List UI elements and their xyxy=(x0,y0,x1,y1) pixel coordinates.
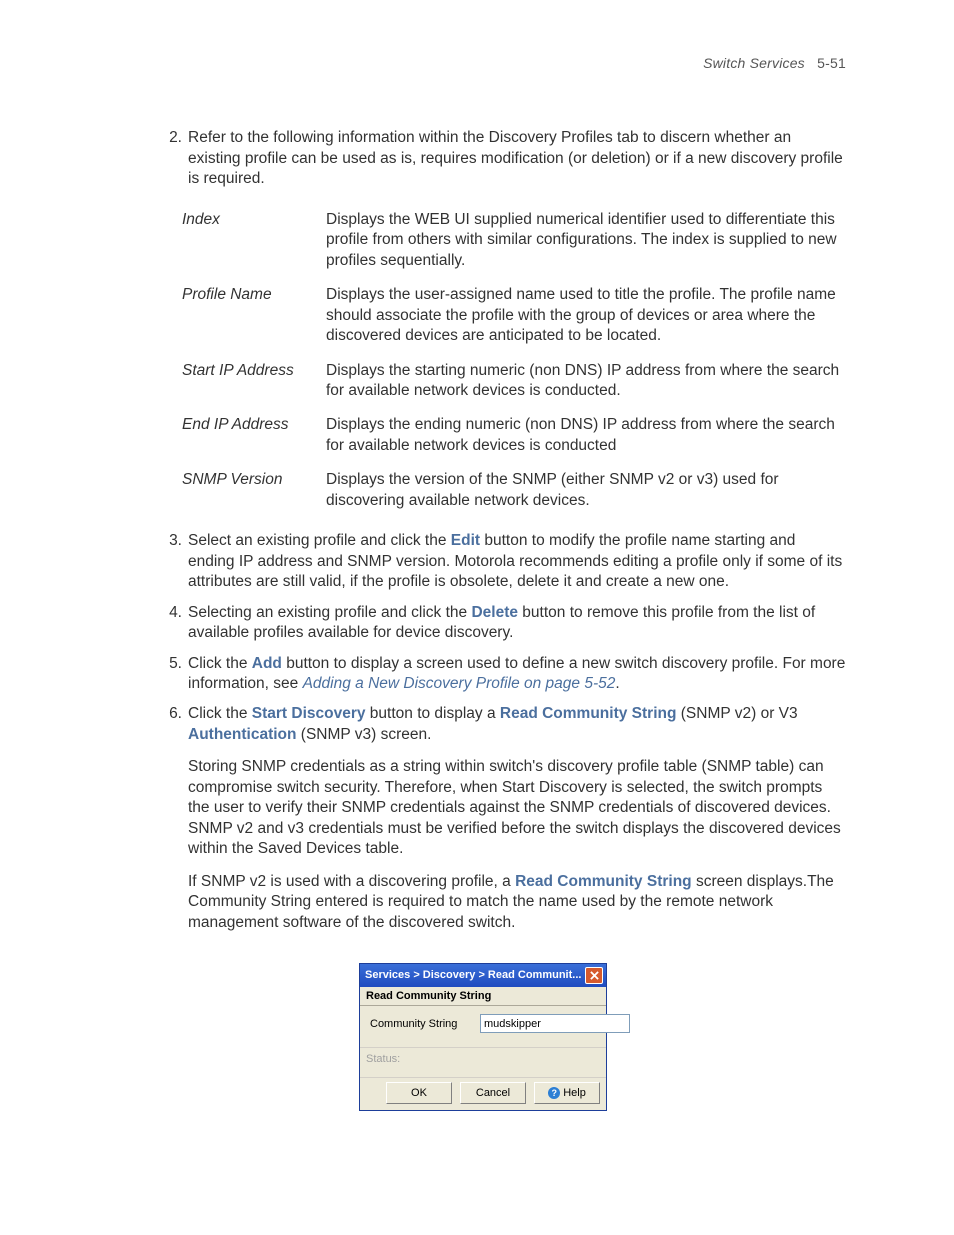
text: button to display a xyxy=(365,705,499,722)
dialog-titlebar[interactable]: Services > Discovery > Read Communit... xyxy=(360,964,606,987)
paragraph: If SNMP v2 is used with a discovering pr… xyxy=(188,872,846,933)
def-row: Start IP Address Displays the starting n… xyxy=(182,361,846,402)
cancel-button[interactable]: Cancel xyxy=(460,1082,526,1104)
def-term: End IP Address xyxy=(182,415,326,456)
step-number: 2. xyxy=(120,128,188,189)
xref-link[interactable]: Adding a New Discovery Profile on page 5… xyxy=(303,675,616,692)
step-body: Selecting an existing profile and click … xyxy=(188,603,846,644)
close-icon[interactable] xyxy=(585,967,603,984)
community-string-label: Community String xyxy=(370,1017,470,1032)
def-term: SNMP Version xyxy=(182,470,326,511)
header-page-num: 5-51 xyxy=(817,55,846,71)
def-term: Profile Name xyxy=(182,285,326,346)
text: Selecting an existing profile and click … xyxy=(188,604,471,621)
read-community-label: Read Community String xyxy=(500,705,677,722)
text: (SNMP v3) screen. xyxy=(297,726,432,743)
add-label: Add xyxy=(252,655,282,672)
def-desc: Displays the starting numeric (non DNS) … xyxy=(326,361,846,402)
text: Click the xyxy=(188,655,252,672)
step-6: 6. Click the Start Discovery button to d… xyxy=(120,704,846,945)
step-number: 5. xyxy=(120,654,188,695)
step-number: 4. xyxy=(120,603,188,644)
read-community-label: Read Community String xyxy=(515,873,692,890)
text: If SNMP v2 is used with a discovering pr… xyxy=(188,873,515,890)
edit-label: Edit xyxy=(451,532,480,549)
dialog-field-row: Community String xyxy=(360,1006,606,1047)
text: (SNMP v2) or V3 xyxy=(676,705,797,722)
delete-label: Delete xyxy=(471,604,518,621)
def-row: Index Displays the WEB UI supplied numer… xyxy=(182,210,846,271)
step-body: Refer to the following information withi… xyxy=(188,128,846,189)
community-string-input[interactable] xyxy=(480,1014,630,1033)
text: Select an existing profile and click the xyxy=(188,532,451,549)
document-page: Switch Services 5-51 2. Refer to the fol… xyxy=(0,0,954,1171)
dialog-title: Services > Discovery > Read Communit... xyxy=(365,968,581,983)
def-row: Profile Name Displays the user-assigned … xyxy=(182,285,846,346)
header-title: Switch Services xyxy=(703,55,805,71)
definition-table: Index Displays the WEB UI supplied numer… xyxy=(182,210,846,511)
text: Click the xyxy=(188,705,252,722)
step-2: 2. Refer to the following information wi… xyxy=(120,128,846,189)
def-desc: Displays the user-assigned name used to … xyxy=(326,285,846,346)
def-row: SNMP Version Displays the version of the… xyxy=(182,470,846,511)
dialog-status: Status: xyxy=(360,1047,606,1077)
step-body: Click the Add button to display a screen… xyxy=(188,654,846,695)
button-label: OK xyxy=(411,1086,427,1101)
page-header: Switch Services 5-51 xyxy=(120,54,846,72)
button-label: Cancel xyxy=(476,1086,510,1101)
help-button[interactable]: ? Help xyxy=(534,1082,600,1104)
step-number: 6. xyxy=(120,704,188,945)
step-3: 3. Select an existing profile and click … xyxy=(120,531,846,592)
step-body: Select an existing profile and click the… xyxy=(188,531,846,592)
paragraph: Storing SNMP credentials as a string wit… xyxy=(188,757,846,859)
def-desc: Displays the ending numeric (non DNS) IP… xyxy=(326,415,846,456)
step-body: Click the Start Discovery button to disp… xyxy=(188,704,846,945)
def-row: End IP Address Displays the ending numer… xyxy=(182,415,846,456)
dialog-button-bar: OK Cancel ? Help xyxy=(360,1077,606,1110)
def-term: Index xyxy=(182,210,326,271)
def-term: Start IP Address xyxy=(182,361,326,402)
dialog-section-title: Read Community String xyxy=(360,987,606,1007)
button-label: Help xyxy=(563,1086,586,1101)
step-number: 3. xyxy=(120,531,188,592)
help-icon: ? xyxy=(548,1087,560,1099)
text: . xyxy=(615,675,619,692)
ok-button[interactable]: OK xyxy=(386,1082,452,1104)
def-desc: Displays the WEB UI supplied numerical i… xyxy=(326,210,846,271)
def-desc: Displays the version of the SNMP (either… xyxy=(326,470,846,511)
authentication-label: Authentication xyxy=(188,726,297,743)
step-4: 4. Selecting an existing profile and cli… xyxy=(120,603,846,644)
start-discovery-label: Start Discovery xyxy=(252,705,366,722)
step-5: 5. Click the Add button to display a scr… xyxy=(120,654,846,695)
dialog-read-community: Services > Discovery > Read Communit... … xyxy=(359,963,607,1111)
